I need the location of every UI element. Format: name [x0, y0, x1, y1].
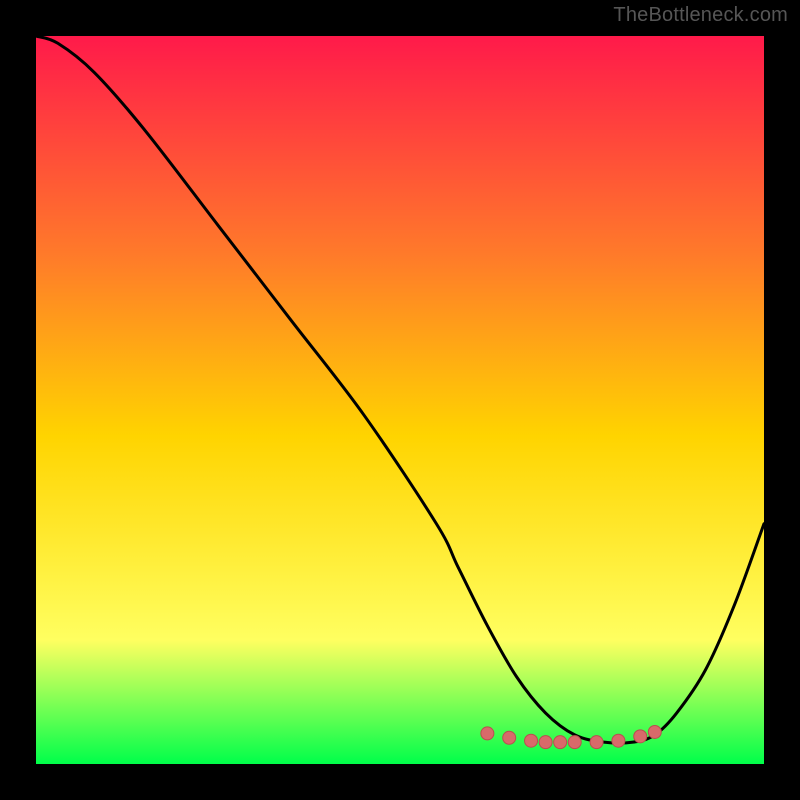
- marker-dot: [612, 734, 625, 747]
- chart-viewport: TheBottleneck.com: [0, 0, 800, 800]
- marker-dot: [554, 736, 567, 749]
- marker-dot: [525, 734, 538, 747]
- marker-dot: [503, 731, 516, 744]
- marker-dot: [539, 736, 552, 749]
- plot-area: [36, 36, 764, 764]
- marker-dot: [568, 736, 581, 749]
- marker-dot: [648, 725, 661, 738]
- marker-dot: [481, 727, 494, 740]
- attribution-label: TheBottleneck.com: [613, 4, 788, 27]
- marker-dot: [634, 730, 647, 743]
- gradient-background: [36, 36, 764, 764]
- plot-svg: [36, 36, 764, 764]
- marker-dot: [590, 736, 603, 749]
